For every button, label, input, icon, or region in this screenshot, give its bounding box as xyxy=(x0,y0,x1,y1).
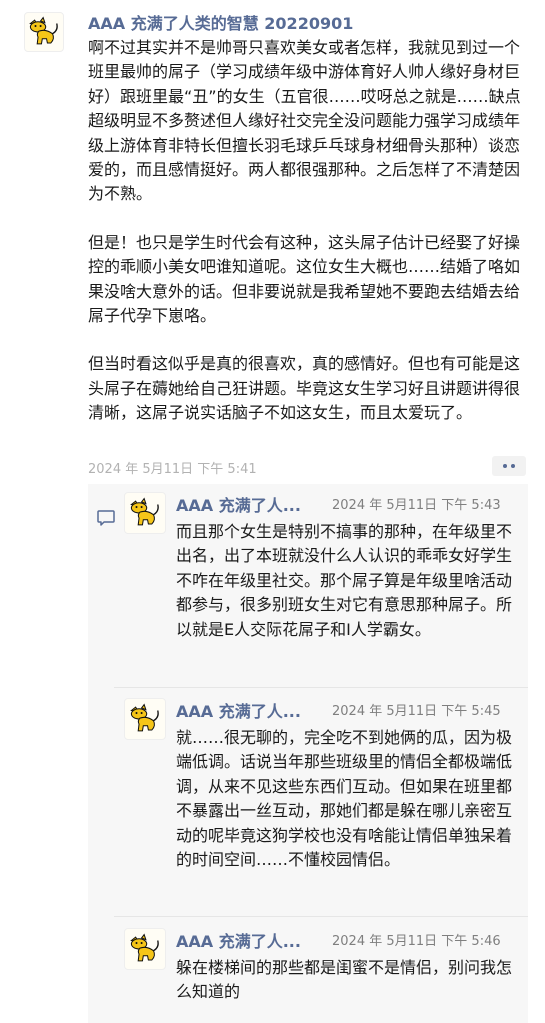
post-paragraph: 但当时看这似乎是真的很喜欢，真的感情好。但也有可能是这头屌子在薅她给自己狂讲题。… xyxy=(88,354,521,423)
comment-divider xyxy=(114,916,528,917)
comment-time: 2024 年 5月11日 下午 5:43 xyxy=(332,498,501,513)
comment-bubble-icon xyxy=(97,510,115,526)
more-button[interactable] xyxy=(492,456,526,476)
comment-text[interactable]: 躲在楼梯间的那些都是闺蜜不是情侣，别问我怎么知道的 xyxy=(176,956,516,1005)
post-paragraph: 但是！也只是学生时代会有这种，这头屌子估计已经娶了好操控的乖顺小美女吧谁知道呢。… xyxy=(88,232,521,326)
comment-text[interactable]: 而且那个女生是特别不搞事的那种，在年级里不出名，出了本班就没什么人认识的乖乖女好… xyxy=(176,520,516,642)
comment-avatar[interactable] xyxy=(124,928,166,970)
comment-time: 2024 年 5月11日 下午 5:45 xyxy=(332,704,501,719)
author-avatar[interactable] xyxy=(24,12,64,52)
yellow-cat-icon xyxy=(130,497,159,526)
yellow-cat-icon xyxy=(130,933,159,962)
comment-author-name[interactable]: AAA 充满了人... xyxy=(176,492,301,516)
post-time: 2024 年 5月11日 下午 5:41 xyxy=(88,462,257,477)
comment-avatar[interactable] xyxy=(124,698,166,740)
comment-author-name[interactable]: AAA 充满了人... xyxy=(176,698,301,722)
post-meta: 2024 年 5月11日 下午 5:41 xyxy=(88,456,528,478)
yellow-cat-icon xyxy=(130,703,159,732)
comment-author-name[interactable]: AAA 充满了人... xyxy=(176,928,301,952)
more-dots-icon xyxy=(503,464,507,468)
yellow-cat-icon xyxy=(29,16,58,45)
more-dots-icon xyxy=(511,464,515,468)
post-paragraph: 啊不过其实并不是帅哥只喜欢美女或者怎样，我就见到过一个班里最帅的屌子（学习成绩年… xyxy=(88,38,521,204)
comment-avatar[interactable] xyxy=(124,492,166,534)
post-author-name[interactable]: AAA 充满了人类的智慧 20220901 xyxy=(88,10,353,34)
comment-divider xyxy=(114,687,528,688)
comment-text[interactable]: 就……很无聊的，完全吃不到她俩的瓜，因为极端低调。话说当年那些班级里的情侣全都极… xyxy=(176,726,516,872)
post-body: 啊不过其实并不是帅哥只喜欢美女或者怎样，我就见到过一个班里最帅的屌子（学习成绩年… xyxy=(88,36,528,426)
comment-time: 2024 年 5月11日 下午 5:46 xyxy=(332,934,501,949)
